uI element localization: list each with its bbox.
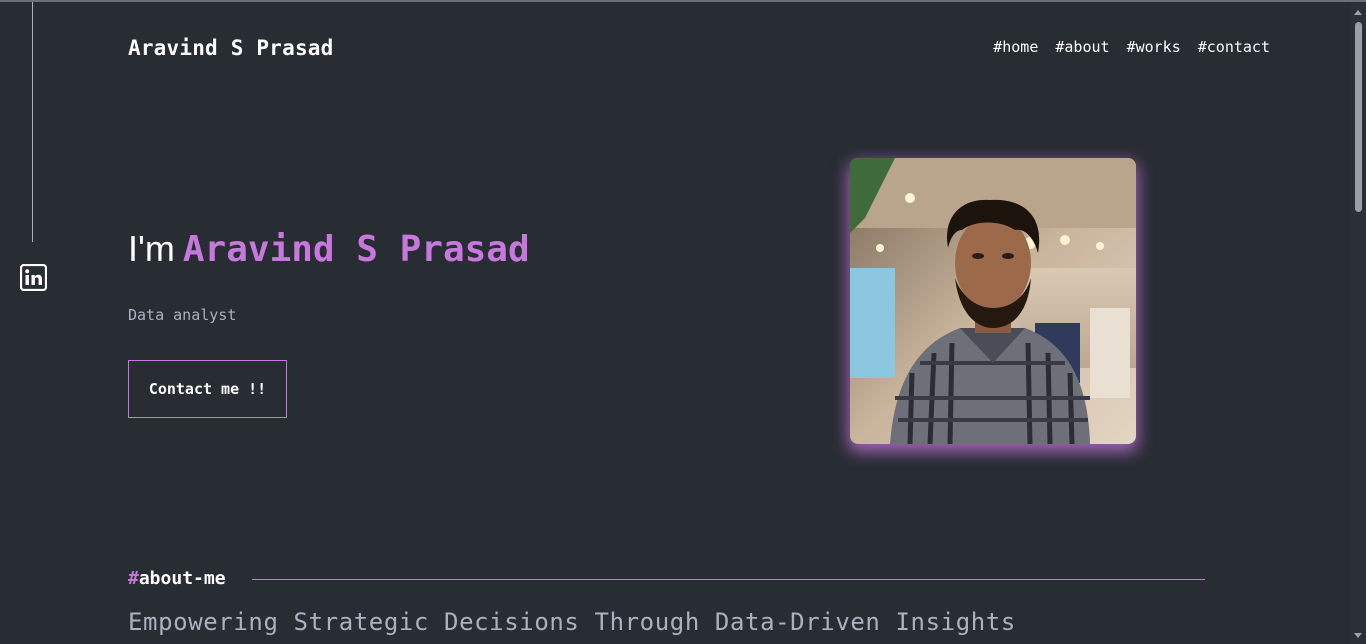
nav-link-works[interactable]: #works: [1127, 38, 1181, 56]
linkedin-icon[interactable]: [20, 264, 47, 291]
page: Aravind S Prasad #home #about #works #co…: [0, 0, 1366, 644]
main-nav: #home #about #works #contact: [993, 38, 1270, 56]
about-title-text: about-me: [138, 568, 226, 589]
hero-title: I'm Aravind S Prasad: [128, 228, 530, 270]
scroll-down-arrow-icon[interactable]: [1354, 633, 1362, 638]
sidebar-line: [32, 2, 33, 242]
site-logo[interactable]: Aravind S Prasad: [128, 36, 334, 60]
hero-name: Aravind S Prasad: [182, 229, 530, 270]
hero-role: Data analyst: [128, 306, 237, 324]
nav-link-contact[interactable]: #contact: [1198, 38, 1270, 56]
about-tagline: Empowering Strategic Decisions Through D…: [128, 608, 1016, 636]
nav-link-home[interactable]: #home: [993, 38, 1038, 56]
about-title-hash: #: [128, 568, 139, 589]
scrollbar-thumb[interactable]: [1355, 22, 1362, 212]
section-divider: [252, 579, 1205, 580]
profile-photo: [850, 158, 1136, 444]
scroll-up-arrow-icon[interactable]: [1354, 10, 1362, 15]
hero-greeting: I'm: [128, 228, 175, 269]
vertical-scrollbar[interactable]: [1351, 2, 1366, 644]
profile-photo-image: [850, 158, 1136, 444]
contact-me-button[interactable]: Contact me !!: [128, 360, 287, 418]
about-section-title: #about-me: [128, 568, 226, 589]
nav-link-about[interactable]: #about: [1055, 38, 1109, 56]
